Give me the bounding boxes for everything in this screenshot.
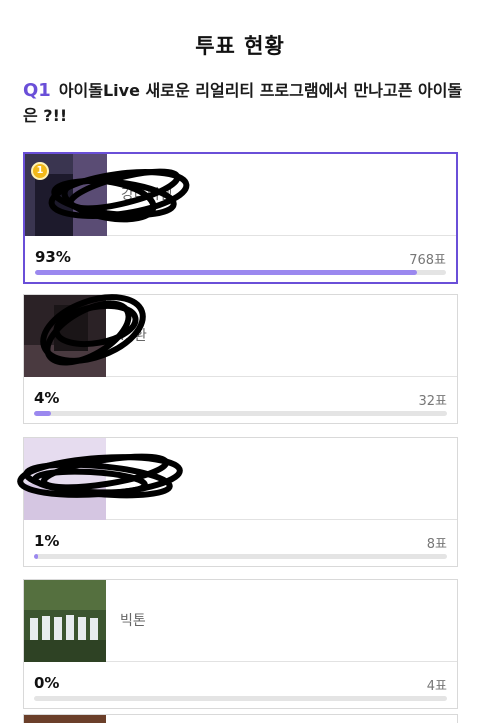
candidate-header: 1 강다니엘 xyxy=(25,154,456,236)
candidate-photo xyxy=(24,715,106,723)
candidate-result: 93% 768표 xyxy=(25,236,456,282)
vote-progress-fill xyxy=(34,411,51,416)
vote-percent: 0% xyxy=(34,674,60,692)
vote-count: 8표 xyxy=(426,537,447,552)
candidate-card[interactable]: …환 4% 32표 xyxy=(23,294,458,424)
candidate-card[interactable]: 빅톤 0% 4표 xyxy=(23,579,458,709)
vote-count: 32표 xyxy=(418,394,447,409)
candidate-header xyxy=(17,438,457,520)
vote-progress-track xyxy=(34,411,447,416)
candidate-result: 0% 4표 xyxy=(24,662,457,708)
question-label: 아이돌Live 새로운 리얼리티 프로그램에서 만나고픈 아이돌은 ?!! xyxy=(23,81,463,125)
scribble-mark xyxy=(40,294,146,366)
candidate-header: …환 xyxy=(24,294,457,377)
candidate-header: 빅톤 xyxy=(24,580,457,662)
candidate-card[interactable]: 1% 8표 xyxy=(17,437,458,567)
vote-percent: 1% xyxy=(34,532,60,550)
candidate-card[interactable]: 1 강다니엘 93% 768표 xyxy=(23,152,458,284)
candidate-result: 4% 32표 xyxy=(24,377,457,423)
scribble-mark xyxy=(48,168,190,223)
candidate-name: 빅톤 xyxy=(120,613,146,629)
vote-count: 768표 xyxy=(409,253,446,268)
question-number: Q1 xyxy=(23,80,51,101)
question-text: Q1 아이돌Live 새로운 리얼리티 프로그램에서 만나고픈 아이돌은 ?!! xyxy=(23,78,463,128)
scribble-mark xyxy=(17,453,183,499)
vote-percent: 4% xyxy=(34,389,60,407)
vote-percent: 93% xyxy=(35,248,71,266)
vote-progress-fill xyxy=(34,554,39,559)
vote-progress-track xyxy=(35,270,446,275)
vote-count: 4표 xyxy=(426,679,447,694)
next-candidate-card-partial[interactable] xyxy=(23,714,458,723)
candidate-result: 1% 8표 xyxy=(24,520,457,566)
vote-progress-fill xyxy=(35,270,418,275)
candidate-photo xyxy=(24,580,106,662)
vote-progress-track xyxy=(34,554,447,559)
page-title: 투표 현황 xyxy=(195,34,285,58)
photo-image xyxy=(24,580,106,662)
vote-progress-track xyxy=(34,696,447,701)
